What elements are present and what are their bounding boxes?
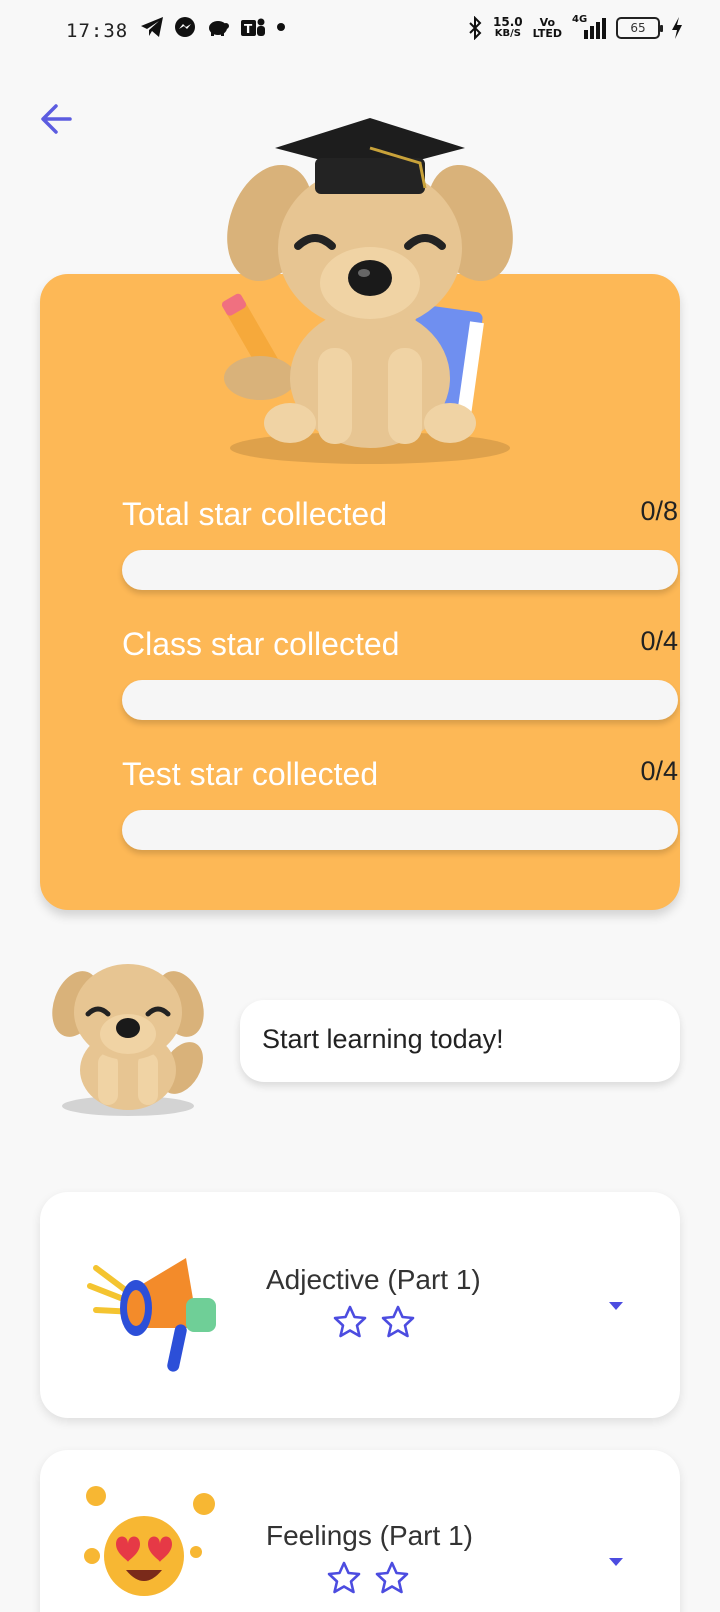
svg-text:T: T: [244, 22, 253, 36]
lesson-stars: [332, 1304, 416, 1340]
megaphone-icon: [87, 1258, 216, 1372]
charging-icon: [672, 17, 682, 39]
messenger-icon: [175, 17, 195, 37]
puppy-mascot-icon: [52, 964, 204, 1116]
lesson-title: Feelings (Part 1): [266, 1520, 473, 1551]
dot-icon: [277, 23, 285, 31]
status-bar: 17:38 T 15.0 KB/S Vo LTED 4G 65: [0, 0, 720, 64]
signal-group: 4G: [572, 14, 606, 40]
signal-icon: [584, 18, 606, 39]
lesson-title: Adjective (Part 1): [266, 1264, 481, 1295]
teams-icon: T: [241, 18, 265, 36]
total-star-value: 0/8: [640, 496, 678, 526]
encouragement-text: Start learning today!: [262, 1024, 504, 1054]
status-time: 17:38: [66, 20, 129, 42]
class-star-progress-bar: [122, 680, 678, 720]
encouragement-bubble: Start learning today!: [240, 1000, 680, 1082]
test-star-value: 0/4: [640, 756, 678, 786]
battery-icon: 65: [616, 17, 663, 39]
total-star-label: Total star collected: [122, 496, 388, 532]
chevron-down-icon[interactable]: [608, 1556, 624, 1568]
volte-line2: LTED: [532, 27, 562, 40]
lesson-stars: [326, 1560, 410, 1596]
star-outline-icon: [375, 1561, 409, 1594]
arrow-left-icon[interactable]: [36, 98, 78, 140]
star-outline-icon: [381, 1305, 415, 1338]
lesson-card-feelings[interactable]: Feelings (Part 1): [40, 1450, 680, 1612]
total-star-progress-bar: [122, 550, 678, 590]
volte-indicator: Vo LTED: [533, 17, 562, 39]
bluetooth-icon: [469, 16, 482, 40]
net-speed-unit: KB/S: [494, 28, 521, 39]
piggy-bank-icon: [209, 21, 229, 36]
class-star-label: Class star collected: [122, 626, 400, 662]
status-left-icons: T: [140, 16, 286, 38]
lesson-card-adjective[interactable]: Adjective (Part 1): [40, 1192, 680, 1418]
heart-eyes-emoji-icon: [84, 1486, 215, 1596]
graduate-puppy-mascot: [221, 118, 513, 464]
status-right: 15.0 KB/S Vo LTED 4G 65: [467, 14, 684, 40]
test-star-label: Test star collected: [122, 756, 379, 792]
star-outline-icon: [327, 1561, 361, 1594]
class-star-value: 0/4: [640, 626, 678, 656]
test-star-progress-bar: [122, 810, 678, 850]
chevron-down-icon[interactable]: [608, 1300, 624, 1312]
net-speed-value: 15.0: [493, 15, 523, 29]
net-speed: 15.0 KB/S: [493, 16, 523, 40]
telegram-icon: [141, 17, 163, 37]
star-outline-icon: [333, 1305, 367, 1338]
